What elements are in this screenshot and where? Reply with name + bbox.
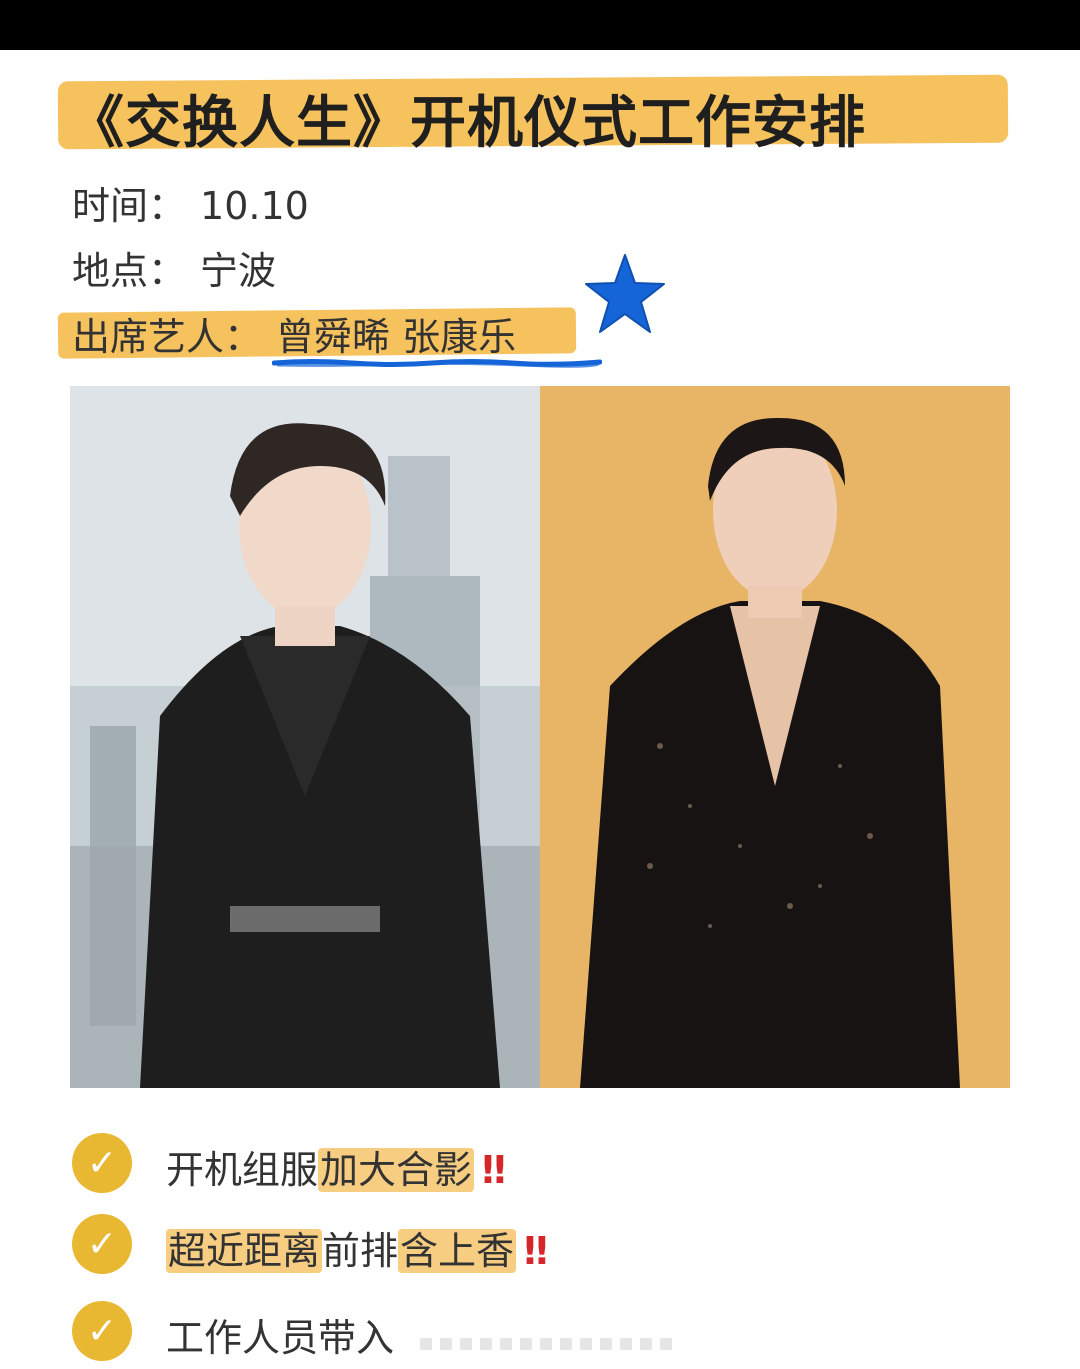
checklist-plain-b: 前排 — [322, 1229, 399, 1273]
check-icon: ✓ — [72, 1214, 132, 1274]
checklist-plain-a: 工作人员带入 — [166, 1316, 395, 1360]
info-time: 时间： 10.10 — [72, 175, 309, 230]
double-exclamation-icon: ‼ — [524, 1229, 548, 1273]
photo-left — [70, 386, 540, 1088]
checklist-text: 超近距离前排含上香 ‼ — [166, 1220, 548, 1275]
artists-label: 出席艺人： — [72, 315, 263, 359]
check-icon: ✓ — [72, 1133, 132, 1193]
portrait-left-illustration — [70, 386, 540, 1088]
info-artists: 出席艺人： 曾舜晞 张康乐 — [72, 306, 516, 361]
artists-value: 曾舜晞 张康乐 — [276, 315, 517, 359]
double-exclamation-icon: ‼ — [482, 1148, 506, 1192]
checklist-highlight-b: 含上香 — [398, 1229, 517, 1273]
page-title: 《交换人生》开机仪式工作安排 — [68, 91, 866, 156]
place-value: 宁波 — [200, 249, 277, 293]
checklist-plain-a: 开机组服 — [166, 1148, 319, 1192]
watermark-icon — [420, 1338, 672, 1350]
checklist-text: 工作人员带入 — [166, 1307, 394, 1362]
photo-collage — [70, 386, 1010, 1088]
top-black-bar — [0, 0, 1080, 50]
checklist-highlight-a: 加大合影 — [318, 1148, 475, 1192]
time-label: 时间： — [72, 184, 187, 228]
checklist-highlight-a: 超近距离 — [166, 1229, 323, 1273]
photo-right — [540, 386, 1010, 1088]
checklist-text: 开机组服加大合影 ‼ — [166, 1139, 506, 1194]
portrait-right-illustration — [540, 386, 1010, 1088]
info-place: 地点： 宁波 — [72, 240, 276, 295]
scribble-underline — [272, 359, 602, 368]
check-icon: ✓ — [72, 1301, 132, 1361]
time-value: 10.10 — [200, 184, 309, 228]
star-icon — [585, 254, 665, 333]
title-block: 《交换人生》开机仪式工作安排 — [52, 70, 1012, 156]
place-label: 地点： — [72, 249, 187, 293]
